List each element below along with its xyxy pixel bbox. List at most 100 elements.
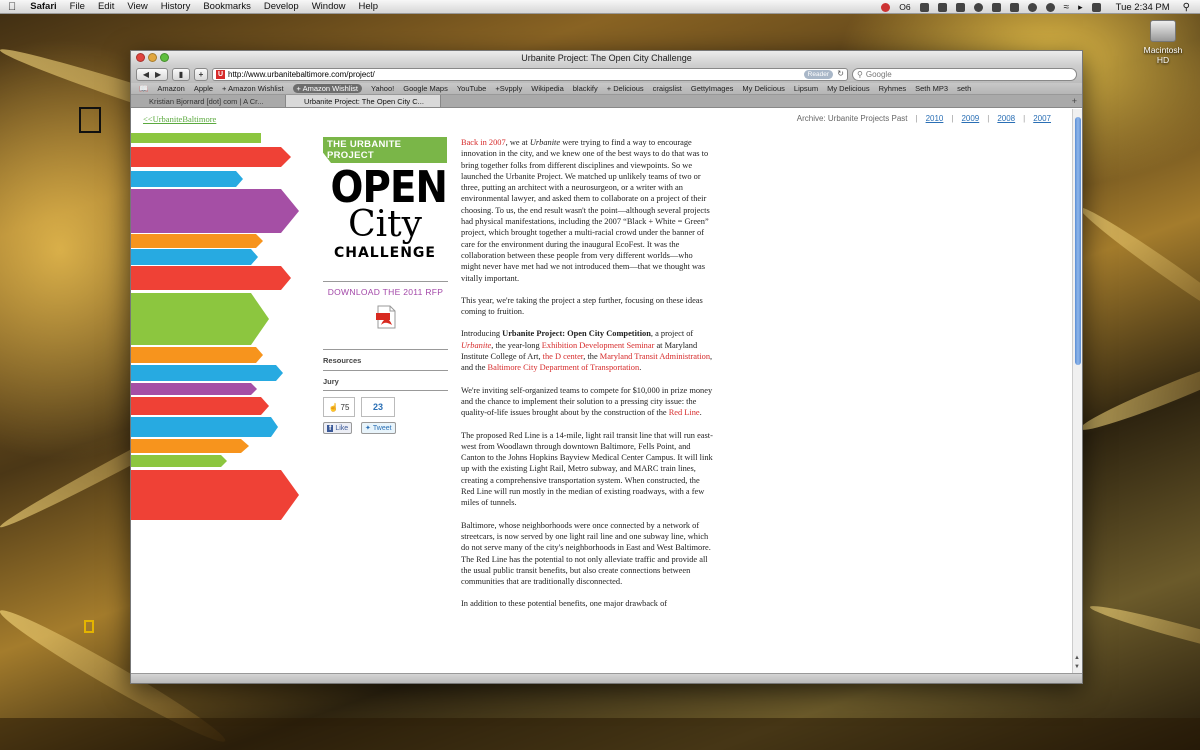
bookmark-svpply[interactable]: +Svpply xyxy=(495,84,522,93)
menu-history[interactable]: History xyxy=(161,1,191,12)
tray-icon-4[interactable] xyxy=(973,2,983,12)
article-text: Urbanite Project: Open City Competition xyxy=(502,329,651,339)
facebook-icon: f xyxy=(327,424,334,432)
apple-menu-icon[interactable]:  xyxy=(8,1,16,13)
bookmarks-bar: 📖 Amazon Apple + Amazon Wishlist + Amazo… xyxy=(131,83,1082,95)
archive-2010-link[interactable]: 2010 xyxy=(926,114,944,123)
bookmark-apple[interactable]: Apple xyxy=(194,84,213,93)
bookmark-seth[interactable]: seth xyxy=(957,84,971,93)
menu-view[interactable]: View xyxy=(127,1,147,12)
new-tab-icon[interactable]: + xyxy=(1072,95,1077,108)
back-arrow-icon[interactable]: ◀ xyxy=(143,70,149,79)
archive-separator: | xyxy=(987,114,990,123)
logo-city: City xyxy=(348,204,422,245)
spotlight-icon[interactable]: ⚲ xyxy=(1183,2,1190,13)
archive-separator: | xyxy=(915,114,918,123)
scroll-down-icon[interactable]: ▼ xyxy=(1074,664,1080,670)
arrow-stripe xyxy=(131,171,243,187)
resources-link[interactable]: Resources xyxy=(323,356,361,365)
tab-kristian-bjornard[interactable]: Kristian Bjornard [dot] com | A Cr... xyxy=(131,95,286,107)
arrow-stripe xyxy=(131,397,269,415)
menu-help[interactable]: Help xyxy=(359,1,379,12)
menu-edit[interactable]: Edit xyxy=(98,1,114,12)
desktop-frame-icon[interactable] xyxy=(79,107,101,133)
status-count[interactable]: O6 xyxy=(899,2,910,12)
article-link[interactable]: Urbanite xyxy=(461,341,491,350)
zoom-window-icon[interactable] xyxy=(160,53,169,62)
add-bookmark-button[interactable]: + xyxy=(194,67,208,81)
title-bar[interactable]: Urbanite Project: The Open City Challeng… xyxy=(131,51,1082,65)
battery-icon[interactable] xyxy=(1091,2,1101,12)
back-to-urbanite-link[interactable]: <<UrbaniteBaltimore xyxy=(143,114,216,124)
time-machine-icon[interactable] xyxy=(1045,2,1055,12)
tray-icon-6[interactable] xyxy=(1009,2,1019,12)
reload-icon[interactable]: ↻ xyxy=(837,69,844,78)
archive-2007-link[interactable]: 2007 xyxy=(1033,114,1051,123)
search-field[interactable]: ⚲ Google xyxy=(852,67,1077,81)
tray-icon-1[interactable] xyxy=(919,2,929,12)
bookmark-amazon[interactable]: Amazon xyxy=(157,84,185,93)
bookmark-add-delicious[interactable]: + Delicious xyxy=(607,84,644,93)
status-app-icon[interactable] xyxy=(881,2,891,12)
url-text[interactable]: http://www.urbanitebaltimore.com/project… xyxy=(228,70,375,79)
bookmark-lipsum[interactable]: Lipsum xyxy=(794,84,818,93)
tray-icon-3[interactable] xyxy=(955,2,965,12)
article-link[interactable]: Maryland Transit Administration xyxy=(600,352,710,361)
search-placeholder: Google xyxy=(865,69,892,79)
menu-file[interactable]: File xyxy=(70,1,85,12)
menu-bookmarks[interactable]: Bookmarks xyxy=(203,1,251,12)
macintosh-hd[interactable]: Macintosh HD xyxy=(1138,20,1188,65)
article-body: Back in 2007, we at Urbanite were trying… xyxy=(461,137,713,621)
bookmark-youtube[interactable]: YouTube xyxy=(457,84,486,93)
download-rfp-link[interactable]: DOWNLOAD THE 2011 RFP xyxy=(323,287,448,297)
article-link[interactable]: the D center xyxy=(543,352,584,361)
tray-icon-2[interactable] xyxy=(937,2,947,12)
close-window-icon[interactable] xyxy=(136,53,145,62)
bluetooth-icon[interactable] xyxy=(1027,2,1037,12)
volume-icon[interactable]: ▸ xyxy=(1078,2,1083,13)
facebook-like-button[interactable]: f Like xyxy=(323,422,353,434)
book-icon: ▮ xyxy=(178,69,184,79)
menu-develop[interactable]: Develop xyxy=(264,1,299,12)
bookmark-yahoo[interactable]: Yahoo! xyxy=(371,84,394,93)
minimize-window-icon[interactable] xyxy=(148,53,157,62)
menubar-clock[interactable]: Tue 2:34 PM xyxy=(1116,2,1170,13)
bookmark-my-delicious-2[interactable]: My Delicious xyxy=(827,84,870,93)
address-bar[interactable]: U http://www.urbanitebaltimore.com/proje… xyxy=(212,67,848,81)
vertical-scrollbar[interactable]: ▲ ▼ xyxy=(1072,109,1082,675)
back-forward-buttons[interactable]: ◀ ▶ xyxy=(136,67,168,81)
article-link[interactable]: Baltimore City Department of Transportat… xyxy=(488,363,640,372)
tweet-button[interactable]: ✦ Tweet xyxy=(361,422,396,434)
bookmark-ryhmes[interactable]: Ryhmes xyxy=(879,84,907,93)
article-link[interactable]: Red Line xyxy=(669,408,700,417)
menu-safari[interactable]: Safari xyxy=(30,1,56,12)
tray-icon-5[interactable] xyxy=(991,2,1001,12)
reading-list-icon[interactable]: 📖 xyxy=(139,84,148,93)
article-link[interactable]: Back in 2007 xyxy=(461,138,506,147)
bookmark-gettyimages[interactable]: GettyImages xyxy=(691,84,734,93)
bookmark-wikipedia[interactable]: Wikipedia xyxy=(531,84,564,93)
scroll-up-icon[interactable]: ▲ xyxy=(1074,655,1080,661)
divider xyxy=(323,370,448,371)
desktop-small-icon[interactable] xyxy=(84,620,94,633)
forward-arrow-icon[interactable]: ▶ xyxy=(155,70,161,79)
bookmark-google-maps[interactable]: Google Maps xyxy=(403,84,448,93)
tab-urbanite-project[interactable]: Urbanite Project: The Open City C... xyxy=(286,95,441,107)
show-bookmarks-button[interactable]: ▮ xyxy=(172,67,190,81)
bookmark-seth-mp3[interactable]: Seth MP3 xyxy=(915,84,948,93)
scroll-thumb[interactable] xyxy=(1075,117,1081,365)
archive-2009-link[interactable]: 2009 xyxy=(961,114,979,123)
bookmark-amazon-wishlist[interactable]: + Amazon Wishlist xyxy=(222,84,283,93)
menu-window[interactable]: Window xyxy=(312,1,346,12)
jury-link[interactable]: Jury xyxy=(323,377,339,386)
bookmark-blackify[interactable]: blackify xyxy=(573,84,598,93)
archive-2008-link[interactable]: 2008 xyxy=(997,114,1015,123)
pdf-icon[interactable] xyxy=(375,305,397,329)
article-link[interactable]: Exhibition Development Seminar xyxy=(542,341,655,350)
bookmark-amazon-wishlist-active[interactable]: + Amazon Wishlist xyxy=(292,84,363,93)
reader-button[interactable]: Reader xyxy=(803,69,833,79)
wifi-icon[interactable]: ≈ xyxy=(1064,2,1070,13)
bookmark-my-delicious[interactable]: My Delicious xyxy=(742,84,785,93)
article-text: Urbanite xyxy=(529,138,561,147)
bookmark-craigslist[interactable]: craigslist xyxy=(653,84,682,93)
